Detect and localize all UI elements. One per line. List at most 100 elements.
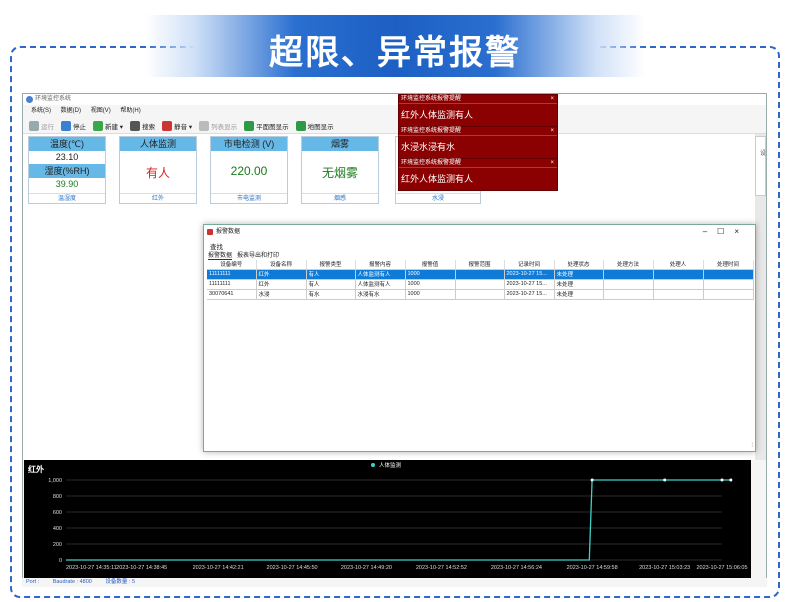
table-cell: 人体监测有人 (355, 269, 406, 280)
alert-popup-1[interactable]: 环境监控系统报警提醒 × 红外人体监测有人 (398, 94, 558, 127)
table-cell (455, 269, 505, 280)
x-tick-label: 2023-10-27 14:45:50 (267, 565, 318, 571)
close-icon[interactable]: × (550, 127, 554, 136)
menu-help[interactable]: 帮助(H) (120, 108, 140, 114)
x-tick-label: 2023-10-27 14:52:52 (416, 565, 467, 571)
column-header[interactable]: 处理人 (653, 260, 704, 270)
column-header[interactable]: 处理状态 (554, 260, 604, 270)
table-cell (603, 269, 654, 280)
maximize-icon[interactable]: ☐ (717, 227, 734, 236)
x-tick-label: 2023-10-27 15:03:23 (639, 565, 690, 571)
dialog-tabs: 报警数据 报表导出和打印 (204, 250, 755, 260)
card-value: 无烟雾 (321, 166, 358, 180)
banner-title: 超限、异常报警 (269, 34, 521, 72)
card-footer: 水浸 (396, 193, 480, 203)
toolbar-mute-button[interactable]: 静音 ▾ (162, 120, 192, 131)
alert-popup-2[interactable]: 环境监控系统报警提醒 × 水浸水浸有水 (398, 126, 558, 159)
y-tick-label: 0 (59, 558, 62, 564)
menu-bar: 系统(S) 数据(D) 视图(V) 帮助(H) (23, 106, 766, 117)
column-header[interactable]: 处理时间 (703, 260, 754, 270)
table-cell: 未处理 (554, 269, 604, 280)
close-icon[interactable]: × (550, 159, 554, 168)
close-icon[interactable]: × (734, 227, 749, 236)
column-header[interactable]: 报警值 (405, 260, 456, 270)
table-cell (703, 269, 754, 280)
column-header[interactable]: 处理方法 (603, 260, 654, 270)
table-cell: 1000 (405, 289, 456, 300)
column-header[interactable]: 报警范围 (455, 260, 505, 270)
alert-popup-3[interactable]: 环境监控系统报警提醒 × 红外人体监测有人 (398, 158, 558, 191)
menu-system[interactable]: 系统(S) (31, 108, 51, 114)
table-cell (603, 279, 654, 290)
column-header[interactable]: 设备编号 (207, 260, 257, 270)
card-title: 烟雾 (302, 137, 378, 151)
table-row[interactable]: 11111111 红外 有人 人体监测有人 1000 2023-10-27 15... 未处… (207, 279, 754, 290)
x-tick-label: 2023-10-27 14:56:24 (491, 565, 542, 571)
close-icon[interactable]: × (550, 95, 554, 104)
resize-grip-icon[interactable]: ⁞ (751, 443, 753, 449)
menu-data[interactable]: 数据(D) (61, 108, 81, 114)
toolbar-list-button[interactable]: 列表显示 (199, 120, 237, 131)
card-temperature[interactable]: 温度(℃) 23.10 湿度(%RH) 39.90 温湿度 (28, 136, 106, 204)
card-title: 人体监测 (120, 137, 196, 151)
alert-message: 红外人体监测有人 (401, 110, 474, 120)
column-header[interactable]: 记录时间 (504, 260, 555, 270)
data-point (729, 478, 733, 482)
tab-report-export[interactable]: 报表导出和打印 (237, 250, 279, 260)
side-panel-label: 设 (759, 151, 766, 157)
alert-header: 环境监控系统报警提醒 × (399, 95, 557, 104)
toolbar-label: 地图显示 (307, 123, 334, 131)
toolbar-map-button[interactable]: 地图显示 (295, 120, 334, 131)
map-icon (295, 120, 306, 131)
table-body: 11111111 红外 有人 人体监测有人 1000 2023-10-27 15... 未处… (207, 269, 754, 300)
column-header[interactable]: 报警内容 (355, 260, 406, 270)
card-value: 23.10 (55, 152, 79, 162)
table-row[interactable]: 30070641 水浸 有水 水浸有水 1000 2023-10-27 15... 未处理 (207, 289, 754, 300)
banner: 超限、异常报警 (145, 15, 645, 77)
card-footer: 温湿度 (29, 193, 105, 203)
menu-view[interactable]: 视图(V) (91, 108, 111, 114)
toolbar-label: 搜索 (142, 123, 156, 131)
search-icon (130, 120, 141, 131)
alarm-data-dialog: 报警数据 –☐× 查找 报警数据 报表导出和打印 设备编号 设备名称 报警类型 报警内… (203, 224, 756, 452)
app-titlebar: 环境监控系统 (23, 94, 766, 105)
table-cell: 11111111 (207, 269, 257, 280)
column-header[interactable]: 报警类型 (306, 260, 356, 270)
line-chart: 红外1,00080060040020002023-10-27 14:35:11 2… (24, 460, 751, 578)
column-header[interactable]: 设备名称 (256, 260, 307, 270)
table-cell (653, 269, 704, 280)
alert-title: 环境监控系统报警提醒 (401, 96, 462, 102)
toolbar-play-button[interactable]: 运行 (29, 120, 54, 131)
card-infrared[interactable]: 人体监测 有人 红外 (119, 136, 197, 204)
minimize-icon[interactable]: – (703, 227, 717, 236)
card-title: 市电检测 (V) (211, 137, 287, 151)
right-panel-scrollbar[interactable]: 设 (755, 134, 766, 460)
card-smoke[interactable]: 烟雾 无烟雾 烟感 (301, 136, 379, 204)
x-tick-label: 2023-10-27 14:42:21 (193, 565, 244, 571)
y-tick-label: 400 (53, 526, 62, 532)
table-cell (653, 279, 704, 290)
toolbar-add-button[interactable]: 新建 ▾ (93, 120, 123, 131)
data-point (663, 478, 667, 482)
tab-alarm-data[interactable]: 报警数据 (208, 250, 233, 260)
app-title: 环境监控系统 (35, 96, 72, 102)
y-tick-label: 600 (53, 510, 62, 516)
toolbar-search-button[interactable]: 搜索 (130, 120, 156, 131)
floorplan-icon (244, 120, 255, 131)
legend-marker (371, 463, 375, 467)
dialog-title: 报警数据 (216, 229, 241, 235)
find-menu[interactable]: 查找 (204, 239, 755, 251)
window-controls: –☐× (703, 225, 749, 239)
card-title-humidity: 湿度(%RH) (29, 164, 105, 178)
table-cell (455, 289, 505, 300)
card-power[interactable]: 市电检测 (V) 220.00 市电监测 (210, 136, 288, 204)
scrollbar-thumb[interactable] (755, 136, 766, 196)
table-cell: 有人 (306, 279, 356, 290)
table-cell: 水浸 (256, 289, 307, 300)
table-row[interactable]: 11111111 红外 有人 人体监测有人 1000 2023-10-27 15... 未处… (207, 269, 754, 280)
alarm-icon (207, 229, 213, 235)
x-tick-label: 2023-10-27 14:49:20 (341, 565, 392, 571)
toolbar-floorplan-button[interactable]: 平面图显示 (244, 120, 289, 131)
toolbar-stop-button[interactable]: 停止 (61, 120, 86, 131)
alert-title: 环境监控系统报警提醒 (401, 128, 462, 134)
